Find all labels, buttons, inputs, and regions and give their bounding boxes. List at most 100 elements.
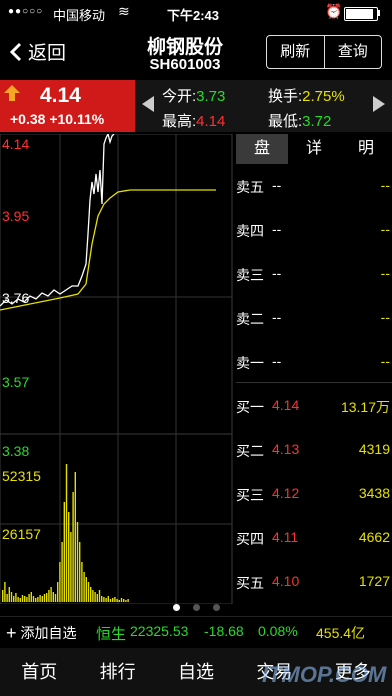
volume-bar [26, 597, 28, 602]
turnover-value: 2.75% [302, 88, 345, 105]
tab-home[interactable]: 首页 [0, 648, 78, 696]
volume-bar [127, 599, 129, 602]
sell-price: -- [272, 309, 282, 325]
volume-bar [35, 598, 37, 602]
high-label: 最高: [162, 113, 197, 130]
y-label-top: 4.14 [2, 136, 30, 152]
volume-label-max: 52315 [2, 468, 41, 484]
intraday-chart[interactable]: 4.14 3.95 3.76 3.57 3.38 52315 26157 [0, 132, 233, 605]
watermark: ITMOP.COM [262, 662, 387, 687]
y-label-4: 3.57 [2, 374, 30, 390]
volume-bar [52, 592, 54, 602]
volume-bar [6, 594, 8, 602]
volume-bar [118, 600, 120, 602]
index-pct: 0.08% [258, 623, 298, 639]
volume-bar [92, 590, 94, 602]
volume-bar [68, 512, 70, 602]
book-divider [236, 382, 392, 383]
triangle-right-icon[interactable] [372, 95, 386, 113]
sell-volume: -- [380, 265, 390, 281]
sell-volume: -- [380, 309, 390, 325]
volume-bar [81, 562, 83, 602]
signal-icon: ●●○○○ [8, 6, 44, 17]
sell-row-1: 卖一 -- -- [236, 353, 392, 373]
sell-label: 卖一 [236, 355, 264, 371]
buy-row-5: 买五 4.10 1727 [236, 573, 392, 593]
index-value: 22325.53 [130, 623, 189, 639]
volume-bar [114, 597, 116, 602]
plus-icon: + [6, 623, 17, 643]
tab-ranking[interactable]: 排行 [78, 648, 156, 696]
volume-bar [96, 594, 98, 602]
tab-ming[interactable]: 明 [340, 134, 392, 164]
tab-watchlist[interactable]: 自选 [157, 648, 235, 696]
buy-volume: 4662 [358, 529, 390, 545]
buy-label: 买五 [236, 575, 264, 591]
tab-xiang[interactable]: 详 [288, 134, 340, 164]
stock-code: SH601003 [149, 56, 221, 73]
volume-bar [13, 596, 15, 602]
volume-bar [2, 590, 4, 602]
volume-bar [32, 596, 35, 602]
add-watchlist-button[interactable]: + 添加自选 [6, 623, 77, 643]
volume-label-mid: 26157 [2, 526, 41, 542]
y-label-mid: 3.76 [2, 290, 30, 306]
volume-bar [72, 492, 74, 602]
buy-price: 4.12 [272, 485, 300, 501]
volume-bar [30, 592, 32, 602]
buy-price: 4.13 [272, 441, 300, 457]
up-arrow-icon [4, 85, 20, 101]
volume-bar [112, 598, 114, 602]
status-time: 下午2:43 [167, 8, 220, 23]
volume-bar [57, 582, 59, 602]
sell-row-4: 卖四 -- -- [236, 221, 392, 241]
buy-row-2: 买二 4.13 4319 [236, 441, 392, 461]
page-dot[interactable] [193, 604, 200, 611]
volume-bar [50, 587, 52, 602]
buy-row-1: 买一 4.14 13.17万 [236, 397, 392, 417]
page-title: 柳钢股份 [146, 37, 223, 58]
price-box: 4.14 +0.38 +10.11% [0, 80, 135, 132]
tab-pan[interactable]: 盘 [236, 134, 288, 164]
index-change: -18.68 [204, 623, 244, 639]
volume-bar [83, 572, 85, 602]
sell-price: -- [272, 177, 282, 193]
sell-volume: -- [380, 353, 390, 369]
carrier-label: 中国移动 [53, 8, 106, 23]
index-name: 恒生 [96, 626, 127, 643]
page-dot-active[interactable] [173, 604, 180, 611]
volume-bar [43, 594, 46, 602]
high-field: 最高:4.14 [162, 110, 225, 131]
volume-bar [41, 596, 43, 602]
y-label-bottom: 3.38 [2, 443, 30, 459]
volume-bar [94, 592, 96, 602]
volume-bar [4, 582, 6, 602]
add-watchlist-label: 添加自选 [20, 625, 77, 641]
book-tabs: 盘 详 明 [236, 134, 392, 164]
refresh-button[interactable]: 刷新 [267, 36, 325, 68]
back-label: 返回 [28, 43, 67, 64]
volume-bar [46, 593, 48, 602]
back-button[interactable]: 返回 [8, 38, 66, 65]
buy-volume: 3438 [358, 485, 390, 501]
volume-bar [15, 593, 17, 602]
buy-price: 4.11 [272, 529, 299, 545]
volume-bar [19, 598, 21, 602]
index-bar: + 添加自选 恒生 22325.53 -18.68 0.08% 455.4亿 [0, 616, 392, 647]
current-price: 4.14 [40, 84, 81, 107]
triangle-left-icon[interactable] [141, 95, 155, 113]
buy-volume: 4319 [358, 441, 390, 457]
volume-bar [63, 502, 65, 602]
query-button[interactable]: 查询 [325, 36, 382, 68]
volume-bar [39, 595, 41, 602]
volume-bar [61, 542, 63, 602]
sell-label: 卖二 [236, 311, 264, 327]
page-dot[interactable] [213, 604, 220, 611]
volume-bar [70, 532, 72, 602]
volume-bar [105, 598, 107, 602]
volume-bar [76, 522, 79, 602]
buy-label: 买二 [236, 443, 264, 459]
nav-bar: 返回 柳钢股份 SH601003 刷新 查询 [0, 26, 392, 78]
volume-bar [48, 590, 50, 602]
volume-bar [85, 577, 87, 602]
